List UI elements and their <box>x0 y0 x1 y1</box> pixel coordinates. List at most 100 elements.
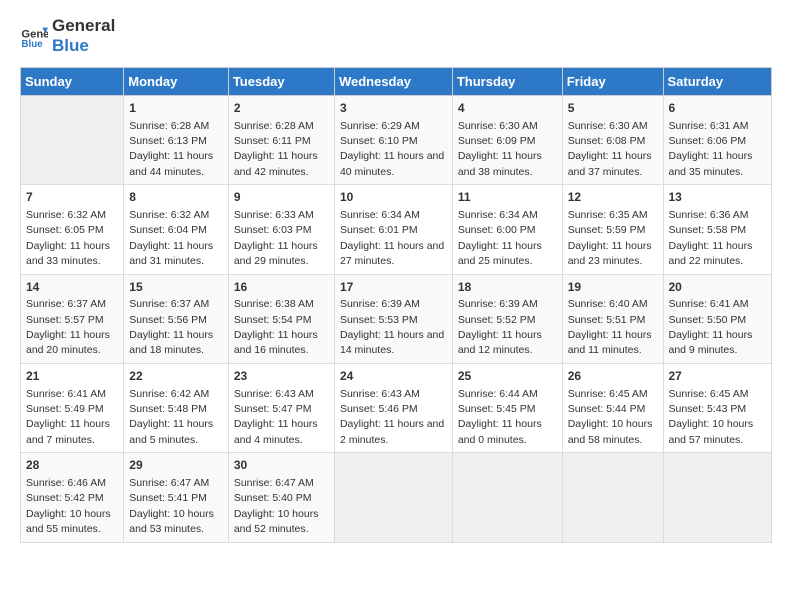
day-info: Sunrise: 6:34 AMSunset: 6:01 PMDaylight:… <box>340 209 444 267</box>
day-number: 16 <box>234 279 329 296</box>
day-info: Sunrise: 6:32 AMSunset: 6:04 PMDaylight:… <box>129 209 213 267</box>
day-cell <box>334 453 452 542</box>
day-number: 6 <box>669 100 767 117</box>
day-cell <box>663 453 772 542</box>
day-info: Sunrise: 6:47 AMSunset: 5:41 PMDaylight:… <box>129 477 214 535</box>
day-info: Sunrise: 6:38 AMSunset: 5:54 PMDaylight:… <box>234 298 318 356</box>
day-info: Sunrise: 6:47 AMSunset: 5:40 PMDaylight:… <box>234 477 319 535</box>
day-info: Sunrise: 6:29 AMSunset: 6:10 PMDaylight:… <box>340 120 444 178</box>
day-cell: 20 Sunrise: 6:41 AMSunset: 5:50 PMDaylig… <box>663 274 772 363</box>
day-cell: 5 Sunrise: 6:30 AMSunset: 6:08 PMDayligh… <box>562 95 663 184</box>
day-number: 17 <box>340 279 447 296</box>
week-row-5: 28 Sunrise: 6:46 AMSunset: 5:42 PMDaylig… <box>21 453 772 542</box>
day-cell: 25 Sunrise: 6:44 AMSunset: 5:45 PMDaylig… <box>452 363 562 452</box>
col-header-tuesday: Tuesday <box>228 67 334 95</box>
day-cell: 6 Sunrise: 6:31 AMSunset: 6:06 PMDayligh… <box>663 95 772 184</box>
day-cell <box>562 453 663 542</box>
day-cell: 30 Sunrise: 6:47 AMSunset: 5:40 PMDaylig… <box>228 453 334 542</box>
day-info: Sunrise: 6:43 AMSunset: 5:46 PMDaylight:… <box>340 388 444 446</box>
day-info: Sunrise: 6:28 AMSunset: 6:11 PMDaylight:… <box>234 120 318 178</box>
day-cell: 12 Sunrise: 6:35 AMSunset: 5:59 PMDaylig… <box>562 185 663 274</box>
day-info: Sunrise: 6:44 AMSunset: 5:45 PMDaylight:… <box>458 388 542 446</box>
day-number: 27 <box>669 368 767 385</box>
day-cell: 29 Sunrise: 6:47 AMSunset: 5:41 PMDaylig… <box>124 453 229 542</box>
day-cell: 28 Sunrise: 6:46 AMSunset: 5:42 PMDaylig… <box>21 453 124 542</box>
day-cell: 14 Sunrise: 6:37 AMSunset: 5:57 PMDaylig… <box>21 274 124 363</box>
day-cell: 3 Sunrise: 6:29 AMSunset: 6:10 PMDayligh… <box>334 95 452 184</box>
col-header-monday: Monday <box>124 67 229 95</box>
calendar-header-row: SundayMondayTuesdayWednesdayThursdayFrid… <box>21 67 772 95</box>
day-cell: 8 Sunrise: 6:32 AMSunset: 6:04 PMDayligh… <box>124 185 229 274</box>
day-number: 10 <box>340 189 447 206</box>
col-header-thursday: Thursday <box>452 67 562 95</box>
day-cell: 23 Sunrise: 6:43 AMSunset: 5:47 PMDaylig… <box>228 363 334 452</box>
day-cell: 16 Sunrise: 6:38 AMSunset: 5:54 PMDaylig… <box>228 274 334 363</box>
day-number: 14 <box>26 279 118 296</box>
day-number: 9 <box>234 189 329 206</box>
page-header: General Blue General Blue <box>20 16 772 57</box>
col-header-friday: Friday <box>562 67 663 95</box>
week-row-2: 7 Sunrise: 6:32 AMSunset: 6:05 PMDayligh… <box>21 185 772 274</box>
week-row-3: 14 Sunrise: 6:37 AMSunset: 5:57 PMDaylig… <box>21 274 772 363</box>
logo-text-general: General <box>52 16 115 36</box>
day-cell: 10 Sunrise: 6:34 AMSunset: 6:01 PMDaylig… <box>334 185 452 274</box>
day-number: 8 <box>129 189 223 206</box>
day-number: 15 <box>129 279 223 296</box>
day-number: 3 <box>340 100 447 117</box>
day-info: Sunrise: 6:46 AMSunset: 5:42 PMDaylight:… <box>26 477 111 535</box>
day-cell <box>452 453 562 542</box>
day-info: Sunrise: 6:35 AMSunset: 5:59 PMDaylight:… <box>568 209 652 267</box>
day-info: Sunrise: 6:43 AMSunset: 5:47 PMDaylight:… <box>234 388 318 446</box>
day-cell: 7 Sunrise: 6:32 AMSunset: 6:05 PMDayligh… <box>21 185 124 274</box>
day-number: 20 <box>669 279 767 296</box>
day-cell: 22 Sunrise: 6:42 AMSunset: 5:48 PMDaylig… <box>124 363 229 452</box>
day-info: Sunrise: 6:30 AMSunset: 6:09 PMDaylight:… <box>458 120 542 178</box>
day-info: Sunrise: 6:30 AMSunset: 6:08 PMDaylight:… <box>568 120 652 178</box>
day-number: 21 <box>26 368 118 385</box>
week-row-4: 21 Sunrise: 6:41 AMSunset: 5:49 PMDaylig… <box>21 363 772 452</box>
day-info: Sunrise: 6:39 AMSunset: 5:53 PMDaylight:… <box>340 298 444 356</box>
week-row-1: 1 Sunrise: 6:28 AMSunset: 6:13 PMDayligh… <box>21 95 772 184</box>
day-number: 2 <box>234 100 329 117</box>
day-number: 1 <box>129 100 223 117</box>
day-number: 19 <box>568 279 658 296</box>
day-number: 5 <box>568 100 658 117</box>
day-cell: 11 Sunrise: 6:34 AMSunset: 6:00 PMDaylig… <box>452 185 562 274</box>
col-header-wednesday: Wednesday <box>334 67 452 95</box>
day-cell: 18 Sunrise: 6:39 AMSunset: 5:52 PMDaylig… <box>452 274 562 363</box>
day-number: 30 <box>234 457 329 474</box>
col-header-sunday: Sunday <box>21 67 124 95</box>
svg-text:Blue: Blue <box>21 40 43 51</box>
day-number: 4 <box>458 100 557 117</box>
day-info: Sunrise: 6:37 AMSunset: 5:56 PMDaylight:… <box>129 298 213 356</box>
day-info: Sunrise: 6:36 AMSunset: 5:58 PMDaylight:… <box>669 209 753 267</box>
day-info: Sunrise: 6:32 AMSunset: 6:05 PMDaylight:… <box>26 209 110 267</box>
day-number: 23 <box>234 368 329 385</box>
day-number: 29 <box>129 457 223 474</box>
day-number: 22 <box>129 368 223 385</box>
logo: General Blue General Blue <box>20 16 115 57</box>
day-cell: 19 Sunrise: 6:40 AMSunset: 5:51 PMDaylig… <box>562 274 663 363</box>
logo-text-blue: Blue <box>52 36 115 56</box>
day-cell: 24 Sunrise: 6:43 AMSunset: 5:46 PMDaylig… <box>334 363 452 452</box>
day-number: 13 <box>669 189 767 206</box>
day-info: Sunrise: 6:37 AMSunset: 5:57 PMDaylight:… <box>26 298 110 356</box>
day-info: Sunrise: 6:31 AMSunset: 6:06 PMDaylight:… <box>669 120 753 178</box>
day-info: Sunrise: 6:45 AMSunset: 5:43 PMDaylight:… <box>669 388 754 446</box>
day-info: Sunrise: 6:42 AMSunset: 5:48 PMDaylight:… <box>129 388 213 446</box>
day-number: 26 <box>568 368 658 385</box>
day-number: 7 <box>26 189 118 206</box>
col-header-saturday: Saturday <box>663 67 772 95</box>
day-info: Sunrise: 6:39 AMSunset: 5:52 PMDaylight:… <box>458 298 542 356</box>
day-info: Sunrise: 6:28 AMSunset: 6:13 PMDaylight:… <box>129 120 213 178</box>
day-number: 25 <box>458 368 557 385</box>
day-number: 12 <box>568 189 658 206</box>
day-cell: 4 Sunrise: 6:30 AMSunset: 6:09 PMDayligh… <box>452 95 562 184</box>
day-cell: 17 Sunrise: 6:39 AMSunset: 5:53 PMDaylig… <box>334 274 452 363</box>
day-info: Sunrise: 6:40 AMSunset: 5:51 PMDaylight:… <box>568 298 652 356</box>
day-info: Sunrise: 6:45 AMSunset: 5:44 PMDaylight:… <box>568 388 653 446</box>
day-info: Sunrise: 6:33 AMSunset: 6:03 PMDaylight:… <box>234 209 318 267</box>
day-cell: 1 Sunrise: 6:28 AMSunset: 6:13 PMDayligh… <box>124 95 229 184</box>
day-cell: 13 Sunrise: 6:36 AMSunset: 5:58 PMDaylig… <box>663 185 772 274</box>
day-info: Sunrise: 6:41 AMSunset: 5:50 PMDaylight:… <box>669 298 753 356</box>
